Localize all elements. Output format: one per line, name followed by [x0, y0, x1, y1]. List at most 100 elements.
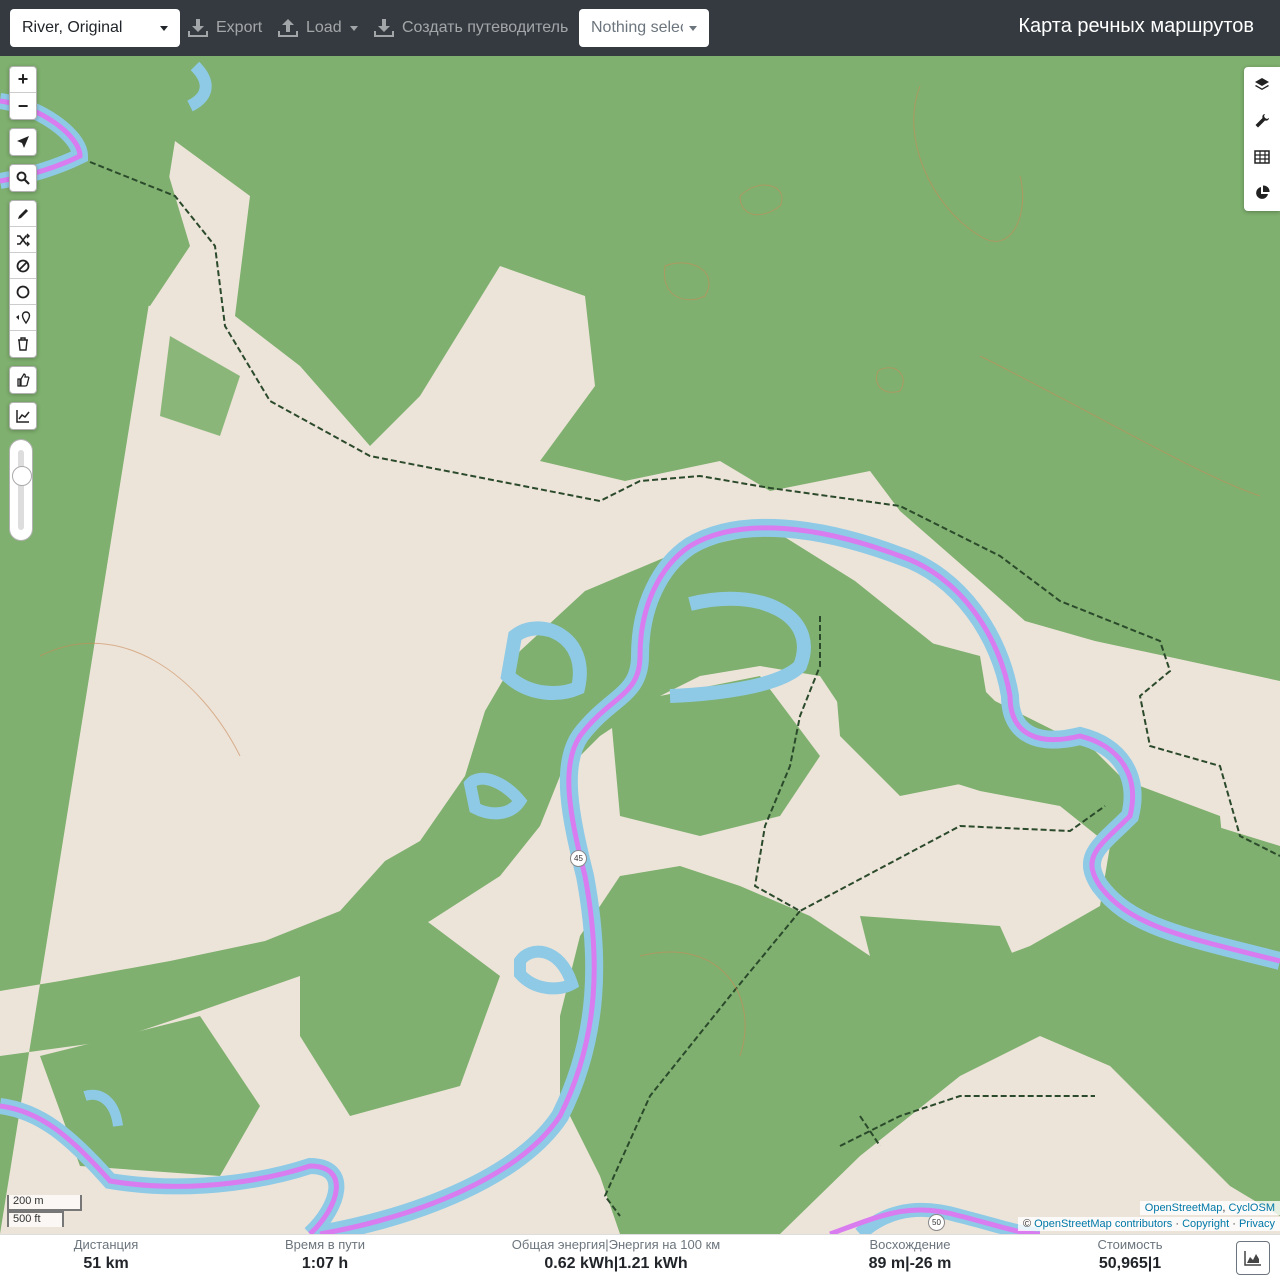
elevation-chart-button[interactable] — [10, 403, 36, 429]
wrench-icon — [1255, 114, 1269, 128]
search-icon — [16, 171, 30, 185]
stat-ascent-label: Восхождение — [869, 1237, 951, 1252]
line-chart-icon — [16, 410, 30, 423]
stat-distance-unit: km — [105, 1255, 129, 1272]
location-arrow-icon — [17, 136, 29, 148]
osm-contributors-link[interactable]: OpenStreetMap contributors — [1034, 1218, 1172, 1230]
route-number-badge: 45 — [570, 850, 587, 867]
poi-button[interactable] — [10, 305, 36, 331]
privacy-link[interactable]: Privacy — [1239, 1218, 1275, 1230]
create-guide-button[interactable]: Создать путеводитель — [374, 9, 568, 47]
upload-icon — [278, 19, 298, 37]
scale-imperial: 500 ft — [7, 1211, 64, 1227]
export-button[interactable]: Export — [188, 9, 262, 47]
pencil-icon — [18, 208, 28, 219]
table-button[interactable] — [1244, 139, 1280, 175]
draw-route-button[interactable] — [10, 201, 36, 227]
stat-cost-value: 50,965 — [1098, 1255, 1148, 1272]
analysis-button[interactable] — [1244, 175, 1280, 211]
reverse-route-button[interactable] — [10, 227, 36, 253]
draw-toolbar — [9, 200, 37, 358]
zoom-controls: + − — [9, 66, 37, 120]
selection-dropdown-value: Nothing selected — [591, 19, 683, 36]
stat-cost-label: Стоимость — [1097, 1237, 1163, 1252]
settings-button[interactable] — [1244, 103, 1280, 139]
stat-time-value: 1:07 — [301, 1255, 334, 1272]
right-map-controls — [1244, 67, 1280, 211]
chevron-down-icon — [689, 26, 697, 31]
no-go-area-button[interactable] — [10, 253, 36, 279]
attribution-separator: · — [1229, 1218, 1239, 1230]
map-canvas[interactable]: 45 50 + − 200 m 500 ft OpenStreetMap, Cy… — [0, 56, 1280, 1234]
map-tiles — [0, 56, 1280, 1234]
create-guide-label: Создать путеводитель — [402, 19, 569, 36]
openstreetmap-link[interactable]: OpenStreetMap — [1145, 1202, 1223, 1214]
attribution-separator: · — [1172, 1218, 1183, 1230]
stat-cost-secondary: 1 — [1152, 1255, 1162, 1272]
ban-icon — [16, 259, 30, 272]
thumbs-up-button[interactable] — [10, 367, 36, 393]
locate-control — [9, 128, 37, 156]
profile-select[interactable]: River, Original — [10, 9, 180, 47]
load-label: Load — [306, 19, 342, 36]
area-chart-icon — [1244, 1251, 1261, 1266]
stat-distance-value: 51 — [83, 1255, 102, 1272]
stat-cost: Стоимость 50,965|1 — [1070, 1237, 1190, 1273]
thumbs-up-icon — [17, 373, 30, 387]
download-icon — [374, 19, 394, 37]
top-navbar: River, Original Export Load Создать путе… — [0, 0, 1280, 56]
scale-metric: 200 m — [7, 1195, 82, 1211]
selection-dropdown[interactable]: Nothing selected — [579, 9, 709, 47]
profile-select-value: River, Original — [22, 19, 123, 36]
layers-icon — [1255, 78, 1269, 90]
stat-ascent-unit: m — [890, 1255, 906, 1272]
stat-energy-unit: kWh — [579, 1255, 614, 1272]
chevron-down-icon — [160, 26, 168, 31]
download-icon — [188, 19, 208, 37]
tile-attribution: OpenStreetMap, CyclOSM — [1139, 1201, 1280, 1215]
circle-tool-button[interactable] — [10, 279, 36, 305]
copyright-attribution: © OpenStreetMap contributors · Copyright… — [1017, 1217, 1280, 1231]
stat-time-label: Время в пути — [285, 1237, 365, 1252]
circle-icon — [16, 285, 30, 298]
pie-chart-icon — [1256, 185, 1270, 199]
table-icon — [1254, 150, 1270, 164]
toggle-elevation-chart-button[interactable] — [1236, 1241, 1270, 1275]
map-marker-sound-icon — [16, 310, 31, 324]
stat-energy-label: Общая энергия|Энергия на 100 км — [511, 1237, 721, 1252]
zoom-slider-knob[interactable] — [12, 466, 32, 486]
copyright-symbol: © — [1022, 1218, 1035, 1230]
export-label: Export — [216, 19, 263, 36]
stat-time: Время в пути 1:07 h — [255, 1237, 395, 1273]
route-stats-bar: Дистанция 51 km Время в пути 1:07 h Обща… — [0, 1234, 1280, 1281]
zoom-out-button[interactable]: − — [10, 93, 36, 119]
stat-descent-unit: m — [937, 1255, 952, 1272]
shuffle-icon — [17, 233, 30, 246]
stat-ascent-value: 89 — [868, 1255, 887, 1272]
stat-time-unit: h — [338, 1255, 349, 1272]
stat-energy-value: 0.62 — [544, 1255, 576, 1272]
load-button[interactable]: Load — [278, 9, 358, 47]
locate-button[interactable] — [10, 129, 36, 155]
search-control — [9, 164, 37, 192]
straight-line-control — [9, 366, 37, 394]
stat-descent-value: -26 — [909, 1255, 933, 1272]
cyclosm-link[interactable]: CyclOSM — [1229, 1202, 1275, 1214]
stat-energy: Общая энергия|Энергия на 100 км 0.62 kWh… — [496, 1237, 736, 1273]
stat-energy-per-100-unit: kWh — [653, 1255, 688, 1272]
delete-route-button[interactable] — [10, 331, 36, 357]
elevation-control — [9, 402, 37, 430]
zoom-slider-track — [18, 450, 24, 530]
stat-ascent: Восхождение 89 m|-26 m — [840, 1237, 980, 1273]
stat-distance: Дистанция 51 km — [46, 1237, 166, 1273]
stat-energy-per-100-value: 1.21 — [618, 1255, 650, 1272]
chevron-down-icon — [349, 25, 358, 31]
layers-button[interactable] — [1244, 67, 1280, 103]
zoom-slider[interactable] — [9, 439, 33, 541]
copyright-link[interactable]: Copyright — [1182, 1218, 1229, 1230]
route-number-badge: 50 — [928, 1214, 945, 1231]
trash-icon — [18, 337, 28, 351]
zoom-in-button[interactable]: + — [10, 67, 36, 93]
search-button[interactable] — [10, 165, 36, 191]
stat-distance-label: Дистанция — [73, 1237, 139, 1252]
